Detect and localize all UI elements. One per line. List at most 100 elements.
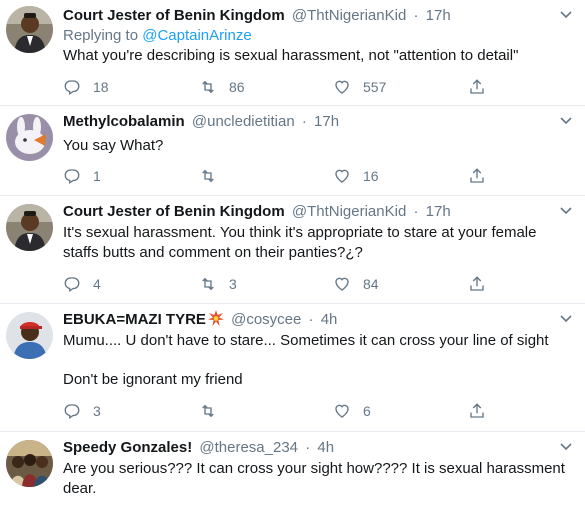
retweet-icon xyxy=(202,404,214,418)
tweet[interactable]: Speedy Gonzales! @theresa_234 · 4h Are y… xyxy=(0,432,585,505)
username[interactable]: @ThtNigerianKid xyxy=(292,203,406,220)
tweet[interactable]: Court Jester of Benin Kingdom @ThtNigeri… xyxy=(0,196,585,304)
chevron-down-icon[interactable] xyxy=(559,206,573,216)
timestamp[interactable]: 17h xyxy=(426,203,451,220)
retweet-icon xyxy=(202,80,214,94)
share-button[interactable] xyxy=(468,400,486,422)
like-button[interactable]: 84 xyxy=(333,273,379,295)
separator-dot: · xyxy=(305,439,311,456)
heart-icon xyxy=(335,80,349,94)
retweet-icon xyxy=(202,169,214,183)
username[interactable]: @theresa_234 xyxy=(199,439,298,456)
timestamp[interactable]: 4h xyxy=(317,439,334,456)
retweet-count: 3 xyxy=(229,276,237,292)
chevron-down-icon[interactable] xyxy=(559,116,573,126)
reply-count: 1 xyxy=(93,168,101,184)
avatar-group-photo-icon xyxy=(6,440,53,487)
share-button[interactable] xyxy=(468,76,486,98)
username[interactable]: @cosycee xyxy=(231,311,301,328)
collision-emoji-icon xyxy=(207,310,224,326)
avatar-bunny-icon xyxy=(6,114,53,161)
reply-count: 3 xyxy=(93,403,101,419)
retweet-count: 86 xyxy=(229,79,245,95)
share-icon xyxy=(470,403,484,418)
chevron-down-icon[interactable] xyxy=(559,442,573,452)
avatar[interactable] xyxy=(6,204,53,251)
mention-link[interactable]: @CaptainArinze xyxy=(142,27,251,44)
avatar-man-red-cap-icon xyxy=(6,312,53,359)
avatar[interactable] xyxy=(6,440,53,487)
reply-count: 4 xyxy=(93,276,101,292)
separator-dot: · xyxy=(308,311,314,328)
reply-button[interactable]: 3 xyxy=(63,400,101,422)
tweet-header: Court Jester of Benin Kingdom @ThtNigeri… xyxy=(63,5,571,26)
chevron-down-icon[interactable] xyxy=(559,10,573,20)
retweet-button[interactable] xyxy=(199,400,229,422)
share-button[interactable] xyxy=(468,165,486,187)
heart-icon xyxy=(335,277,349,291)
avatar[interactable] xyxy=(6,6,53,53)
avatar-man-suit-icon xyxy=(6,204,53,251)
separator-dot: · xyxy=(413,7,419,24)
separator-dot: · xyxy=(301,113,307,130)
share-icon xyxy=(470,276,484,291)
timestamp[interactable]: 17h xyxy=(426,7,451,24)
display-name[interactable]: Court Jester of Benin Kingdom xyxy=(63,203,285,220)
tweet-text: Are you serious??? It can cross your sig… xyxy=(63,460,570,497)
tweet-header: Speedy Gonzales! @theresa_234 · 4h xyxy=(63,437,571,458)
username[interactable]: @uncledietitian xyxy=(192,113,295,130)
reply-button[interactable]: 1 xyxy=(63,165,101,187)
tweet-header: EBUKA=MAZI TYRE @cosycee · 4h xyxy=(63,309,571,330)
tweet-actions: 1 16 xyxy=(63,165,503,187)
reply-count: 18 xyxy=(93,79,109,95)
tweet-text: Mumu.... U don't have to stare... Someti… xyxy=(63,332,549,388)
display-name[interactable]: Speedy Gonzales! xyxy=(63,439,192,456)
retweet-button[interactable]: 3 xyxy=(199,273,237,295)
reply-icon xyxy=(64,277,80,293)
like-button[interactable]: 16 xyxy=(333,165,379,187)
separator-dot: · xyxy=(413,203,419,220)
tweet-actions: 18 86 557 xyxy=(63,76,503,98)
tweet-header: Methylcobalamin @uncledietitian · 17h xyxy=(63,111,571,132)
tweet-actions: 3 6 xyxy=(63,400,503,422)
username[interactable]: @ThtNigerianKid xyxy=(292,7,406,24)
reply-button[interactable]: 18 xyxy=(63,76,109,98)
timestamp[interactable]: 4h xyxy=(321,311,338,328)
tweet[interactable]: Methylcobalamin @uncledietitian · 17h Yo… xyxy=(0,106,585,196)
share-icon xyxy=(470,168,484,183)
tweet[interactable]: EBUKA=MAZI TYRE @cosycee · 4h Mumu.... U… xyxy=(0,304,585,432)
like-count: 557 xyxy=(363,79,387,95)
share-button[interactable] xyxy=(468,273,486,295)
retweet-button[interactable]: 86 xyxy=(199,76,245,98)
avatar[interactable] xyxy=(6,114,53,161)
reply-icon xyxy=(64,80,80,96)
tweet-text: What you're describing is sexual harassm… xyxy=(63,47,519,64)
replying-to-label: Replying to xyxy=(63,27,139,44)
tweet-thread: Court Jester of Benin Kingdom @ThtNigeri… xyxy=(0,0,585,505)
like-count: 16 xyxy=(363,168,379,184)
retweet-button[interactable] xyxy=(199,165,229,187)
tweet[interactable]: Court Jester of Benin Kingdom @ThtNigeri… xyxy=(0,0,585,106)
tweet-header: Court Jester of Benin Kingdom @ThtNigeri… xyxy=(63,201,571,222)
replying-to: Replying to @CaptainArinze xyxy=(63,26,571,46)
tweet-text: It's sexual harassment. You think it's a… xyxy=(63,224,541,261)
display-name[interactable]: EBUKA=MAZI TYRE xyxy=(63,311,206,328)
retweet-icon xyxy=(202,277,214,291)
chevron-down-icon[interactable] xyxy=(559,314,573,324)
like-button[interactable]: 6 xyxy=(333,400,371,422)
like-count: 6 xyxy=(363,403,371,419)
timestamp[interactable]: 17h xyxy=(314,113,339,130)
heart-icon xyxy=(335,169,349,183)
display-name[interactable]: Court Jester of Benin Kingdom xyxy=(63,7,285,24)
heart-icon xyxy=(335,404,349,418)
reply-icon xyxy=(64,169,80,185)
reply-button[interactable]: 4 xyxy=(63,273,101,295)
like-button[interactable]: 557 xyxy=(333,76,386,98)
tweet-text: You say What? xyxy=(63,137,164,154)
avatar-man-suit-icon xyxy=(6,6,53,53)
share-icon xyxy=(470,79,484,94)
display-name[interactable]: Methylcobalamin xyxy=(63,113,185,130)
reply-icon xyxy=(64,404,80,420)
avatar[interactable] xyxy=(6,312,53,359)
tweet-actions: 4 3 84 xyxy=(63,273,503,295)
